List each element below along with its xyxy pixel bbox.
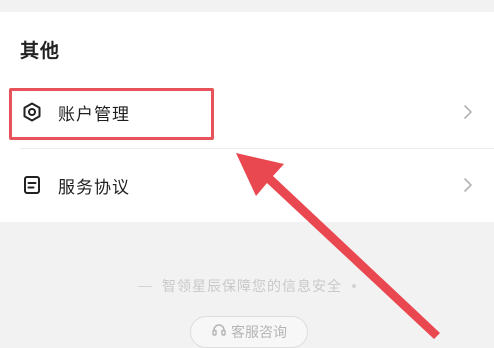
- annotation-arrow: [236, 153, 440, 339]
